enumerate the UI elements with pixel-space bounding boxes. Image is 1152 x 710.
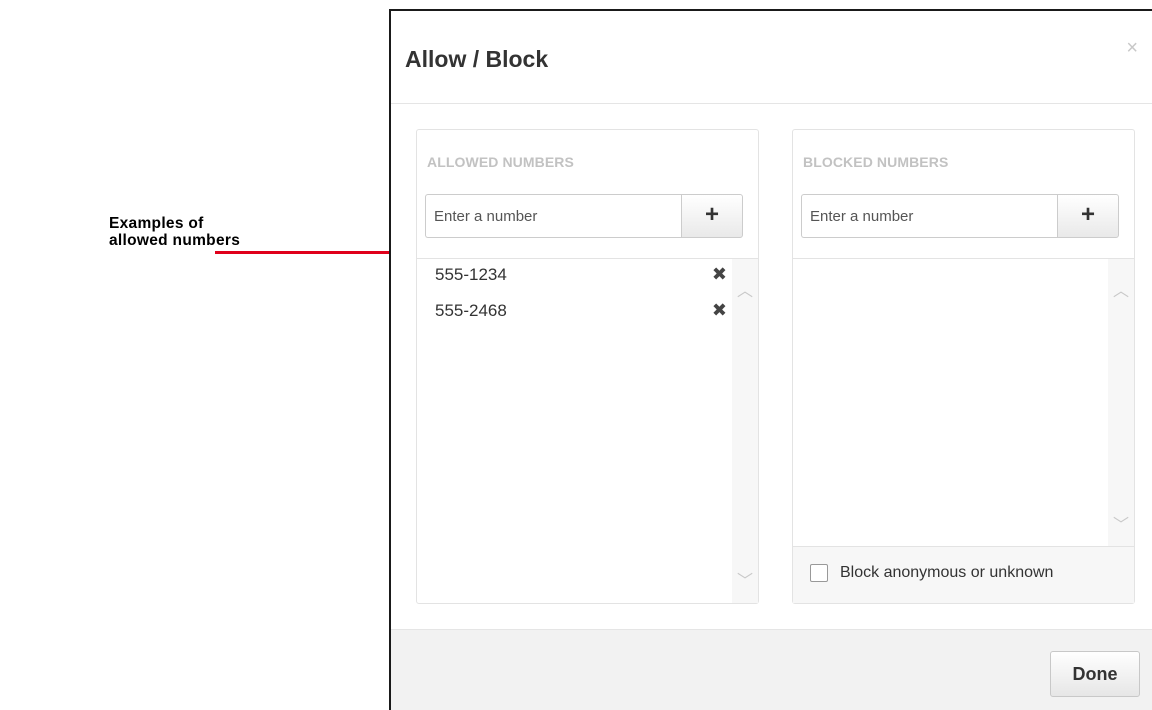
chevron-up-icon[interactable]: ︿ bbox=[1108, 277, 1134, 301]
allowed-input-group: + bbox=[425, 194, 743, 238]
blocked-list-scrollbar[interactable]: ︿ ﹀ bbox=[1108, 259, 1134, 547]
chevron-down-icon[interactable]: ﹀ bbox=[732, 567, 758, 591]
blocked-panel-footer: Block anonymous or unknown bbox=[793, 546, 1134, 603]
annotation-label: Examples of allowed numbers bbox=[109, 215, 240, 249]
remove-icon[interactable]: ✖ bbox=[712, 264, 727, 285]
add-blocked-button[interactable]: + bbox=[1057, 194, 1119, 238]
chevron-up-icon[interactable]: ︿ bbox=[732, 277, 758, 301]
modal-header: Allow / Block × bbox=[391, 11, 1152, 104]
modal-footer: Done bbox=[391, 629, 1152, 710]
annotation-line-2: allowed numbers bbox=[109, 232, 241, 249]
allowed-number-input[interactable] bbox=[425, 194, 681, 238]
done-button[interactable]: Done bbox=[1050, 651, 1140, 697]
list-item: 555-1234 ✖ bbox=[417, 259, 731, 295]
blocked-panel-header: BLOCKED NUMBERS + bbox=[793, 130, 1134, 259]
blocked-number-input[interactable] bbox=[801, 194, 1057, 238]
add-allowed-button[interactable]: + bbox=[681, 194, 743, 238]
plus-icon: + bbox=[704, 201, 719, 228]
block-anonymous-label[interactable]: Block anonymous or unknown bbox=[840, 564, 1053, 582]
close-icon[interactable]: × bbox=[1126, 38, 1138, 58]
blocked-numbers-panel: BLOCKED NUMBERS + ︿ ﹀ Block anonymous or… bbox=[792, 129, 1135, 604]
allowed-list-scrollbar[interactable]: ︿ ﹀ bbox=[732, 259, 758, 603]
list-item: 555-2468 ✖ bbox=[417, 295, 731, 331]
chevron-down-icon[interactable]: ﹀ bbox=[1108, 511, 1134, 535]
allowed-number: 555-1234 bbox=[435, 265, 507, 284]
plus-icon: + bbox=[1080, 201, 1095, 228]
annotation-line-1: Examples of bbox=[109, 215, 204, 232]
block-anonymous-checkbox[interactable] bbox=[810, 564, 828, 582]
allowed-numbers-list: 555-1234 ✖ 555-2468 ✖ bbox=[417, 259, 731, 603]
allowed-numbers-heading: ALLOWED NUMBERS bbox=[427, 154, 574, 170]
remove-icon[interactable]: ✖ bbox=[712, 300, 727, 321]
blocked-input-group: + bbox=[801, 194, 1119, 238]
allow-block-modal: Allow / Block × ALLOWED NUMBERS + 555-12… bbox=[389, 9, 1152, 710]
allowed-numbers-panel: ALLOWED NUMBERS + 555-1234 ✖ 555-2468 ✖ … bbox=[416, 129, 759, 604]
annotation-pointer-line bbox=[215, 251, 395, 254]
blocked-numbers-heading: BLOCKED NUMBERS bbox=[803, 154, 949, 170]
allowed-number: 555-2468 bbox=[435, 301, 507, 320]
allowed-panel-header: ALLOWED NUMBERS + bbox=[417, 130, 758, 259]
modal-title: Allow / Block bbox=[405, 46, 549, 72]
